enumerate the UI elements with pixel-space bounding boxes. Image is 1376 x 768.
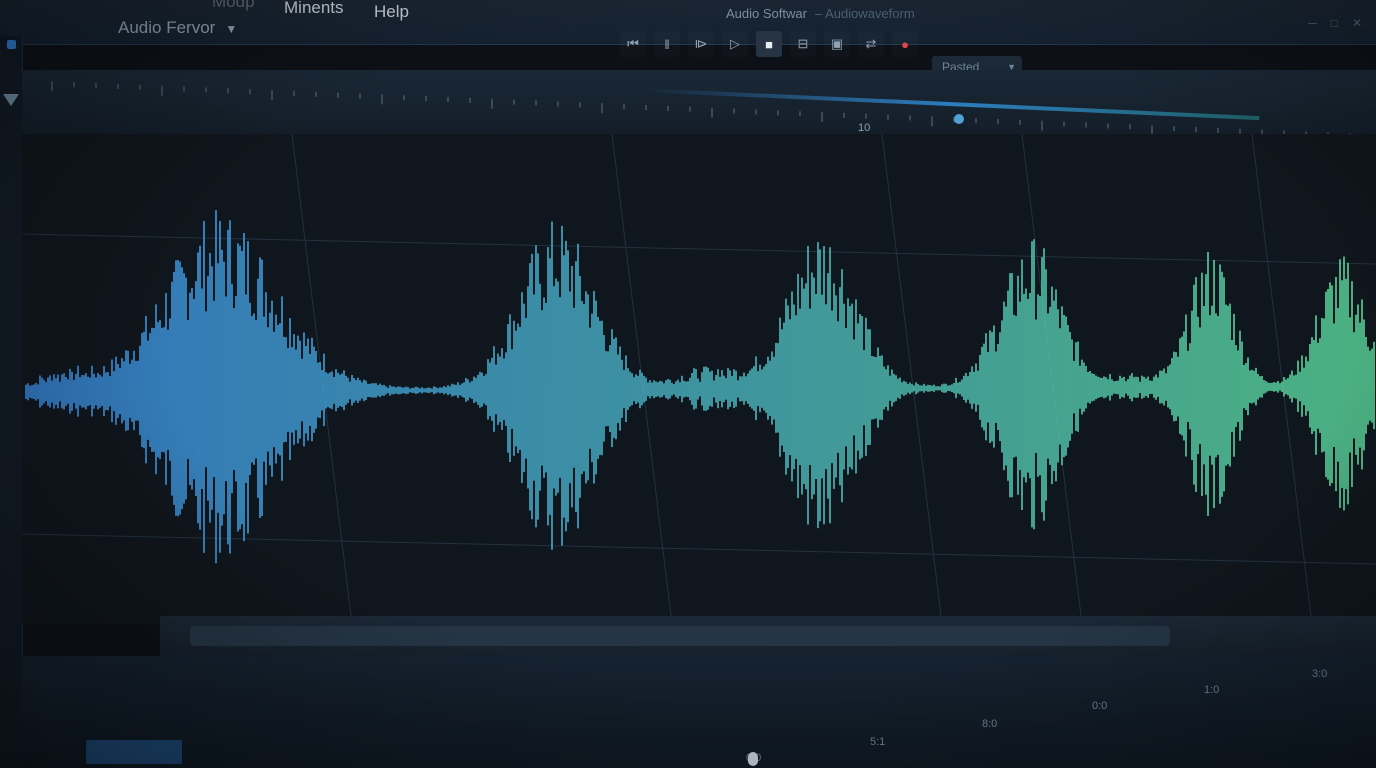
ruler-ticks bbox=[51, 81, 1351, 134]
horizontal-scrollbar[interactable] bbox=[160, 616, 1376, 656]
pause-icon[interactable]: ‖ bbox=[654, 31, 680, 57]
playhead-knob[interactable] bbox=[954, 114, 964, 124]
menu-item-minents[interactable]: Minents bbox=[284, 0, 344, 18]
window-title: Audio Softwar – Audiowaveform bbox=[726, 6, 915, 21]
bottom-label: 1:0 bbox=[1204, 684, 1220, 696]
playhead-handle-icon[interactable] bbox=[3, 94, 19, 106]
track-rail bbox=[0, 36, 23, 768]
track-color-marker bbox=[7, 40, 16, 49]
menu-item-help[interactable]: Help bbox=[374, 2, 409, 22]
minimize-icon[interactable]: ─ bbox=[1308, 16, 1317, 30]
bottom-panel: 0:0 5:1 8:0 0:0 1:0 3:0 bbox=[22, 656, 1376, 768]
snap-icon[interactable]: ▣ bbox=[824, 31, 850, 57]
bottom-label: 3:0 bbox=[1312, 668, 1328, 680]
grid-line bbox=[881, 134, 943, 624]
window-title-text: Audio Softwar bbox=[726, 6, 807, 21]
ruler-label: 10 bbox=[858, 122, 871, 134]
step-icon[interactable]: ⧐ bbox=[688, 31, 714, 57]
grid-line bbox=[22, 233, 1376, 265]
timeline-ruler[interactable]: 10 15 20 25 30 bbox=[22, 70, 1376, 164]
waveform-canvas[interactable] bbox=[22, 134, 1376, 624]
waveform bbox=[22, 134, 1376, 624]
grid-line bbox=[22, 533, 1376, 565]
maximize-icon[interactable]: □ bbox=[1331, 16, 1338, 30]
project-dropdown[interactable]: Audio Fervor ▼ bbox=[118, 18, 237, 38]
grid-line bbox=[1251, 134, 1313, 624]
window-subtitle: – Audiowaveform bbox=[814, 6, 915, 21]
window-controls: ─ □ ✕ bbox=[1308, 16, 1362, 30]
play-icon[interactable]: ▷ bbox=[722, 31, 748, 57]
split-icon[interactable]: ⊟ bbox=[790, 31, 816, 57]
skip-back-icon[interactable]: ⏮ bbox=[620, 31, 646, 57]
record-icon[interactable]: ● bbox=[892, 31, 918, 57]
microphone-icon[interactable] bbox=[748, 752, 758, 766]
loop-icon[interactable]: ⇄ bbox=[858, 31, 884, 57]
track-clip[interactable] bbox=[86, 740, 182, 764]
transport-controls: ⏮ ‖ ⧐ ▷ ■ ⊟ ▣ ⇄ ● bbox=[620, 26, 918, 62]
project-dropdown-label: Audio Fervor bbox=[118, 18, 216, 37]
close-icon[interactable]: ✕ bbox=[1352, 16, 1362, 30]
stop-icon[interactable]: ■ bbox=[756, 31, 782, 57]
chevron-down-icon: ▼ bbox=[225, 22, 238, 36]
waveform-grid bbox=[22, 134, 1376, 624]
bottom-label: 5:1 bbox=[870, 736, 886, 748]
menu-item-modp[interactable]: Modp bbox=[212, 0, 255, 12]
bottom-label: 8:0 bbox=[982, 718, 998, 730]
scrollbar-thumb[interactable] bbox=[190, 626, 1170, 646]
waveform-path bbox=[25, 210, 1375, 564]
bottom-label: 0:0 bbox=[1092, 700, 1108, 712]
